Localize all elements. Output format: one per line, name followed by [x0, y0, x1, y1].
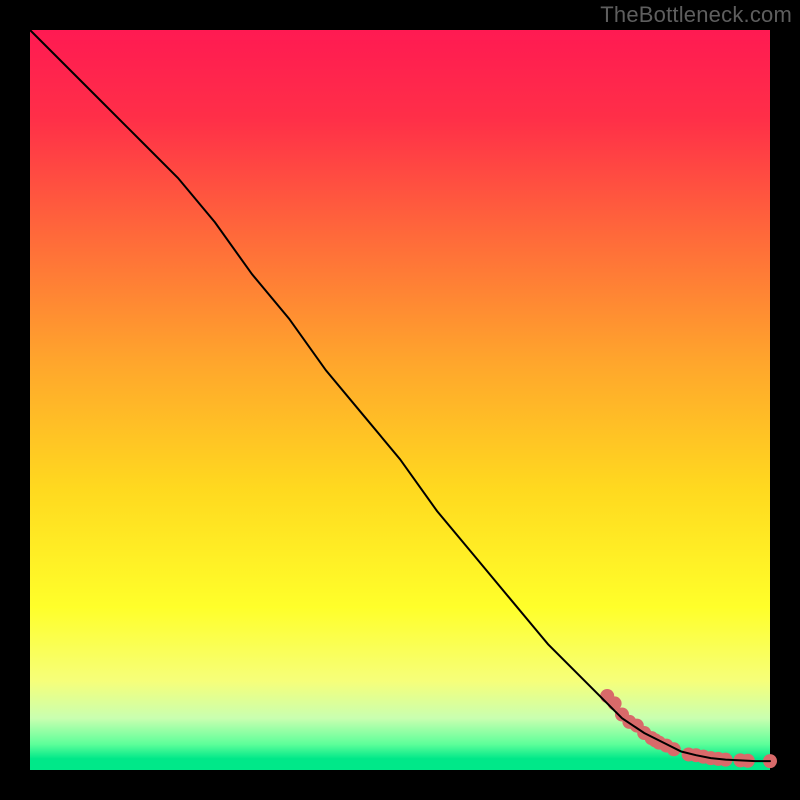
bottleneck-chart [0, 0, 800, 800]
chart-stage: TheBottleneck.com [0, 0, 800, 800]
watermark-text: TheBottleneck.com [600, 2, 792, 28]
